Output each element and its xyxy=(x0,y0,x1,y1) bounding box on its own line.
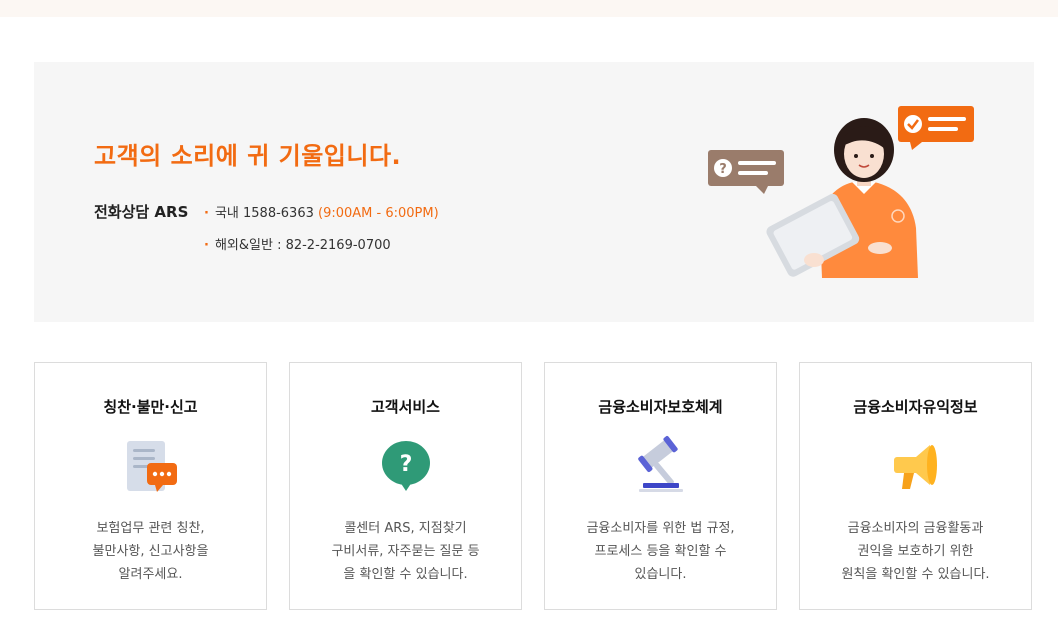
desc-line: 알려주세요. xyxy=(118,567,183,582)
svg-text:?: ? xyxy=(719,162,727,177)
top-strip xyxy=(0,0,1058,17)
desc-line: 보험업무 관련 칭찬, xyxy=(96,521,205,536)
card-consumer-protection-system[interactable]: 금융소비자보호체계 금융소비자를 위한 법 규정, 프로세스 등을 확인할 수 … xyxy=(544,362,777,610)
desc-line: 구비서류, 자주묻는 질문 등 xyxy=(331,544,480,559)
card-description: 금융소비자의 금융활동과 권익을 보호하기 위한 원칙을 확인할 수 있습니다. xyxy=(800,517,1031,586)
desc-line: 금융소비자를 위한 법 규정, xyxy=(586,521,735,536)
desc-line: 불만사항, 신고사항을 xyxy=(92,544,209,559)
card-title: 금융소비자유익정보 xyxy=(853,398,978,416)
desc-line: 원칙을 확인할 수 있습니다. xyxy=(841,567,990,582)
card-description: 콜센터 ARS, 지점찾기 구비서류, 자주묻는 질문 등 을 확인할 수 있습… xyxy=(290,517,521,586)
bullet-dot-icon: · xyxy=(204,206,209,221)
ars-label: 전화상담 ARS xyxy=(94,203,189,221)
overseas-phone: 해외&일반 : 82-2-2169-0700 xyxy=(214,238,391,253)
desc-line: 있습니다. xyxy=(634,567,687,582)
megaphone-icon xyxy=(894,445,937,489)
card-description: 금융소비자를 위한 법 규정, 프로세스 등을 확인할 수 있습니다. xyxy=(545,517,776,586)
bullet-dot-icon: · xyxy=(204,238,209,253)
question-speech-bubble-icon: ? xyxy=(708,150,784,194)
domestic-phone: 국내 1588-6363 xyxy=(214,206,314,221)
desc-line: 콜센터 ARS, 지점찾기 xyxy=(344,521,467,536)
card-title: 고객서비스 xyxy=(370,398,440,416)
desc-line: 프로세스 등을 확인할 수 xyxy=(594,544,727,559)
document-chat-icon xyxy=(127,441,177,492)
desc-line: 권익을 보호하기 위한 xyxy=(857,544,974,559)
card-consumer-useful-info[interactable]: 금융소비자유익정보 금융소비자의 금융활동과 권익을 보호하기 위한 원칙을 확… xyxy=(799,362,1032,610)
question-bubble-icon: ? xyxy=(382,441,430,491)
voc-banner: 고객의 소리에 귀 기울입니다. 전화상담 ARS · 국내 1588-6363 … xyxy=(34,62,1034,322)
card-description: 보험업무 관련 칭찬, 불만사항, 신고사항을 알려주세요. xyxy=(35,517,266,586)
card-praise-complaint-report[interactable]: 칭찬·불만·신고 보험업무 관련 칭찬, 불만사항, 신고사항을 알려주세요. xyxy=(34,362,267,610)
gavel-icon xyxy=(638,436,683,492)
card-customer-service[interactable]: 고객서비스 ? 콜센터 ARS, 지점찾기 구비서류, 자주묻는 질문 등 을 … xyxy=(289,362,522,610)
service-hours: (9:00AM - 6:00PM) xyxy=(318,206,439,221)
overseas-phone-line: · 해외&일반 : 82-2-2169-0700 xyxy=(204,234,391,253)
banner-title: 고객의 소리에 귀 기울입니다. xyxy=(94,142,402,170)
desc-line: 을 확인할 수 있습니다. xyxy=(343,567,468,582)
counselor-illustration: ? xyxy=(708,106,974,278)
card-title: 금융소비자보호체계 xyxy=(598,398,723,416)
card-title: 칭찬·불만·신고 xyxy=(103,398,198,416)
check-speech-bubble-icon xyxy=(898,106,974,150)
desc-line: 금융소비자의 금융활동과 xyxy=(847,521,984,536)
svg-text:?: ? xyxy=(400,452,413,477)
domestic-phone-line: · 국내 1588-6363 (9:00AM - 6:00PM) xyxy=(204,202,439,221)
